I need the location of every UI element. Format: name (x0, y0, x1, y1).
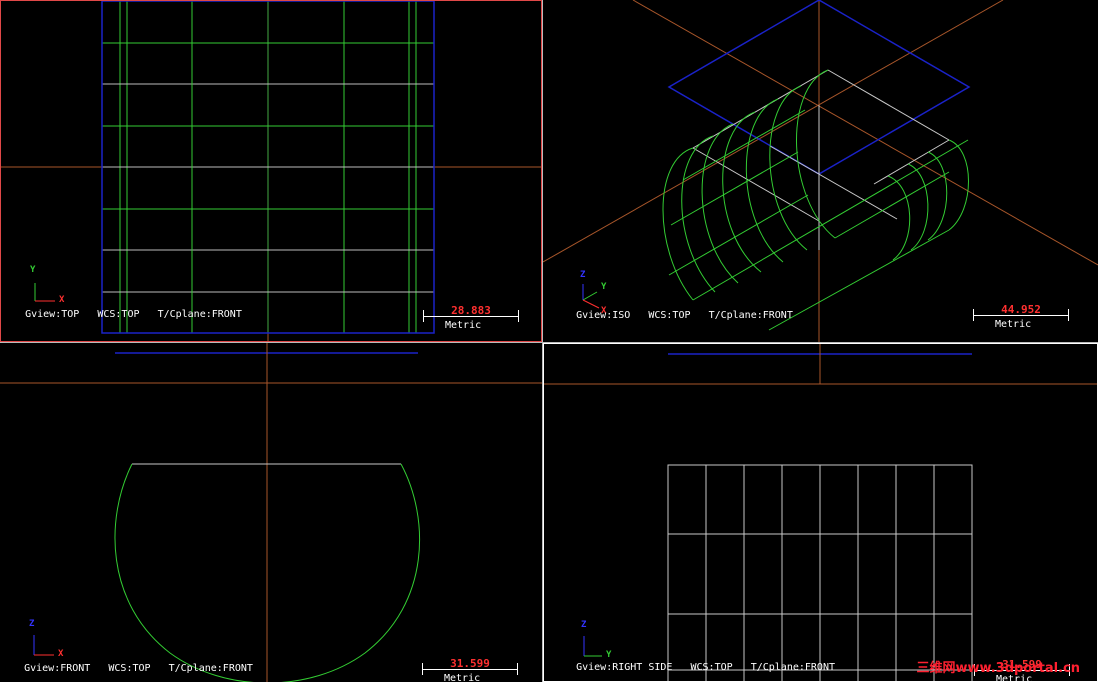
viewport-iso[interactable]: Z Y X Gview:ISO WCS:TOP T/Cplane:FRONT 4… (543, 0, 1098, 342)
status-line: Gview:RIGHT SIDE WCS:TOP T/Cplane:FRONT (552, 651, 835, 681)
gview-label: Gview:RIGHT SIDE (576, 662, 673, 673)
scale-unit: Metric (445, 320, 482, 331)
wcs-label: WCS:TOP (97, 309, 140, 320)
cplane-label: T/Cplane:FRONT (708, 310, 793, 321)
wireframe-grid (667, 464, 973, 681)
cplane-label: T/Cplane:FRONT (168, 663, 253, 674)
status-line: Gview:TOP WCS:TOP T/Cplane:FRONT (1, 298, 242, 331)
viewport-right-side[interactable]: Z Y Gview:RIGHT SIDE WCS:TOP T/Cplane:FR… (543, 343, 1098, 682)
scale-unit: Metric (995, 319, 1032, 330)
scale-indicator: 44.952 Metric (973, 303, 1069, 330)
cplane-label: T/Cplane:FRONT (750, 662, 835, 673)
viewport-separator-horizontal[interactable] (0, 342, 1098, 343)
scale-indicator: 31.599 Metric (422, 657, 518, 682)
axis-lines (543, 0, 1098, 342)
scale-unit: Metric (444, 673, 481, 682)
axis-label-z: Z (581, 620, 587, 630)
viewport-top[interactable]: Y X Gview:TOP WCS:TOP T/Cplane:FRONT 28.… (0, 0, 542, 342)
gview-label: Gview:TOP (25, 309, 80, 320)
right-view-canvas[interactable] (544, 344, 1098, 682)
status-line: Gview:ISO WCS:TOP T/Cplane:FRONT (552, 299, 793, 332)
wireframe-surface (662, 69, 969, 331)
axis-label-z: Z (580, 270, 586, 280)
iso-view-canvas[interactable] (543, 0, 1098, 342)
wcs-label: WCS:TOP (108, 663, 151, 674)
cplane-label: T/Cplane:FRONT (157, 309, 242, 320)
axis-label-y: Y (30, 265, 36, 275)
gview-label: Gview:ISO (576, 310, 631, 321)
front-view-canvas[interactable] (0, 343, 542, 682)
viewport-separator-vertical[interactable] (542, 0, 543, 682)
status-line: Gview:FRONT WCS:TOP T/Cplane:FRONT (0, 652, 253, 682)
viewport-front[interactable]: Z X Gview:FRONT WCS:TOP T/Cplane:FRONT 3… (0, 343, 542, 682)
axis-label-z: Z (29, 619, 35, 629)
watermark: 三维网www.3dportal.cn (916, 661, 1080, 676)
wcs-label: WCS:TOP (648, 310, 691, 321)
scale-indicator: 28.883 Metric (423, 304, 519, 331)
top-view-canvas[interactable] (1, 1, 542, 342)
axis-label-y: Y (601, 282, 607, 292)
gview-label: Gview:FRONT (24, 663, 91, 674)
wcs-label: WCS:TOP (690, 662, 733, 673)
